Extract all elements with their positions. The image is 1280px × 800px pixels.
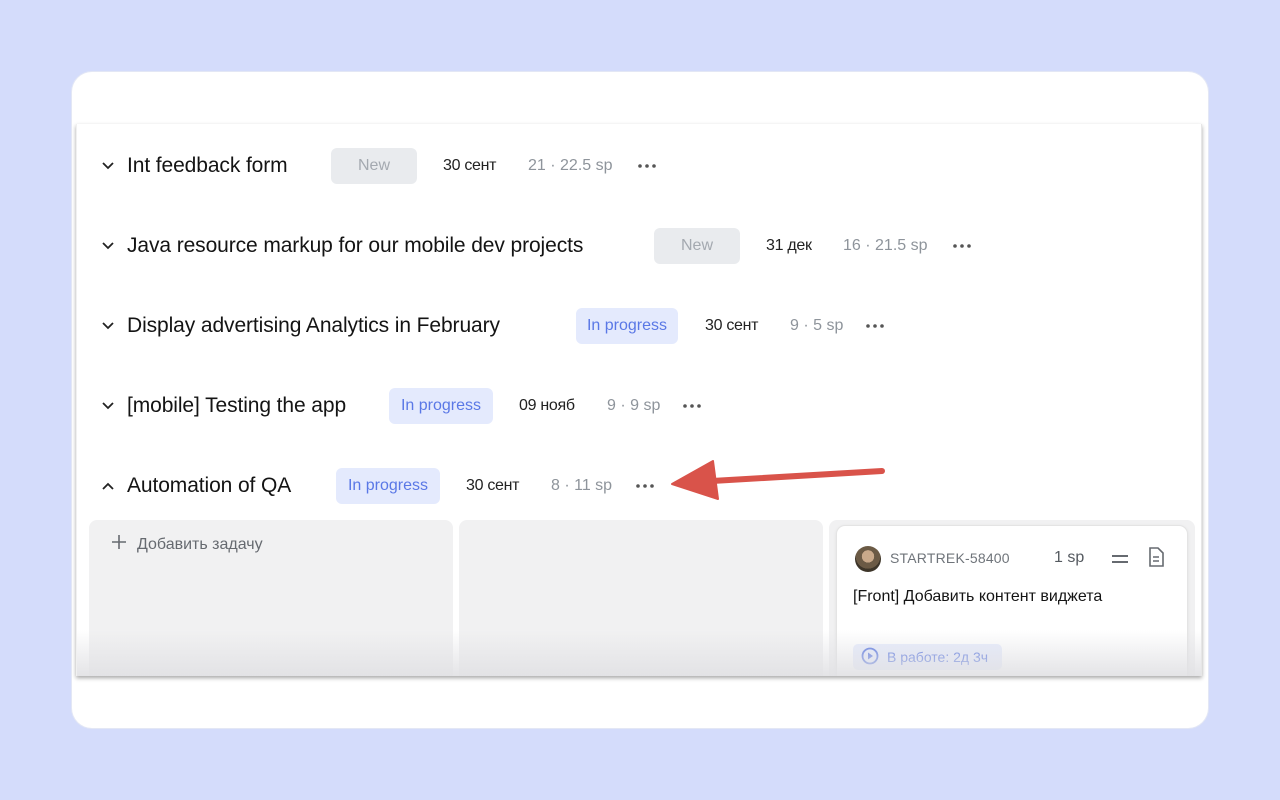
annotation-arrow — [671, 460, 885, 500]
